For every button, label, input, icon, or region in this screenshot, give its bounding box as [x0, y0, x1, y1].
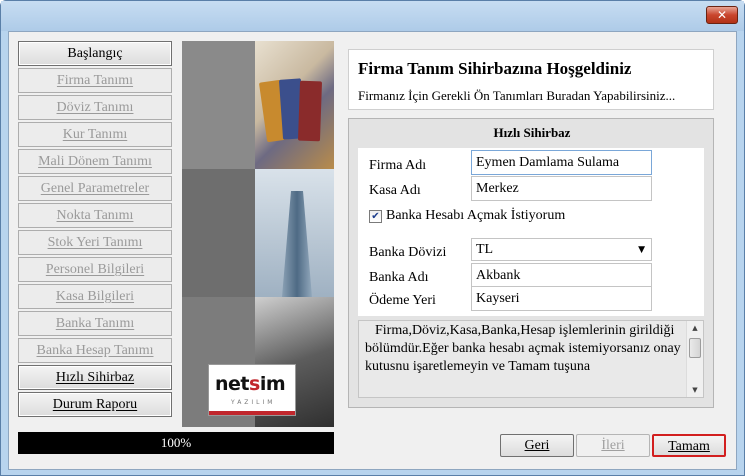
card-shape: [297, 80, 323, 142]
odeme-yeri-field[interactable]: Kayseri: [471, 286, 652, 311]
nav-item-nokta-tanimi[interactable]: Nokta Tanımı: [18, 203, 172, 228]
title-bar[interactable]: ✕: [1, 1, 744, 31]
kasa-adi-label: Kasa Adı: [369, 183, 421, 198]
ok-button[interactable]: Tamam: [652, 434, 726, 457]
banka-adi-field[interactable]: Akbank: [471, 263, 652, 288]
nav-item-kur-tanimi[interactable]: Kur Tanımı: [18, 122, 172, 147]
progress-bar: 100%: [18, 432, 334, 454]
banka-dovizi-label: Banka Dövizi: [369, 245, 447, 260]
netsim-logo: netsim YAZILIM: [208, 364, 296, 416]
nav-item-mali-donem-tanimi[interactable]: Mali Dönem Tanımı: [18, 149, 172, 174]
nav-item-firma-tanimi[interactable]: Firma Tanımı: [18, 68, 172, 93]
firma-adi-field[interactable]: Eymen Damlama Sulama: [471, 150, 652, 175]
info-scrollbar[interactable]: ▲ ▼: [686, 321, 703, 397]
scroll-down-icon[interactable]: ▼: [687, 383, 703, 397]
nav-item-banka-hesap-tanimi[interactable]: Banka Hesap Tanımı: [18, 338, 172, 363]
nav-item-baslangic[interactable]: Başlangıç: [18, 41, 172, 66]
nav-item-doviz-tanimi[interactable]: Döviz Tanımı: [18, 95, 172, 120]
nav-item-genel-parametreler[interactable]: Genel Parametreler: [18, 176, 172, 201]
collage-tile: [182, 41, 255, 169]
bank-account-checkbox[interactable]: ✔: [369, 209, 382, 223]
banka-dovizi-value: TL: [476, 242, 494, 257]
wizard-form: Firma Adı Eymen Damlama Sulama Kasa Adı …: [358, 148, 704, 316]
banka-adi-label: Banka Adı: [369, 270, 429, 285]
odeme-yeri-label: Ödeme Yeri: [369, 293, 436, 308]
next-button[interactable]: İleri: [576, 434, 650, 457]
wizard-step-nav: Başlangıç Firma Tanımı Döviz Tanımı Kur …: [18, 41, 172, 419]
bank-account-checkbox-row[interactable]: ✔ Banka Hesabı Açmak İstiyorum: [369, 208, 565, 224]
group-title: Hızlı Sihirbaz: [493, 125, 571, 140]
nav-item-stok-yeri-tanimi[interactable]: Stok Yeri Tanımı: [18, 230, 172, 255]
scroll-up-icon[interactable]: ▲: [687, 321, 703, 335]
wizard-window: ✕ Başlangıç Firma Tanımı Döviz Tanımı Ku…: [0, 0, 745, 476]
bank-account-checkbox-label[interactable]: Banka Hesabı Açmak İstiyorum: [386, 208, 565, 224]
nav-item-kasa-bilgileri[interactable]: Kasa Bilgileri: [18, 284, 172, 309]
welcome-subtitle: Firmanız İçin Gerekli Ön Tanımları Burad…: [358, 88, 676, 103]
quick-wizard-group: Hızlı Sihirbaz Firma Adı Eymen Damlama S…: [348, 118, 714, 408]
info-textarea[interactable]: Firma,Döviz,Kasa,Banka,Hesap işlemlerini…: [358, 320, 704, 398]
credit-cards-image: [255, 41, 334, 169]
close-icon[interactable]: ✕: [706, 6, 738, 24]
info-text: Firma,Döviz,Kasa,Banka,Hesap işlemlerini…: [365, 323, 681, 374]
nav-item-durum-raporu[interactable]: Durum Raporu: [18, 392, 172, 417]
welcome-title: Firma Tanım Sihirbazına Hoşgeldiniz: [358, 59, 632, 78]
banka-dovizi-select[interactable]: TL ▼: [471, 238, 652, 261]
firma-adi-label: Firma Adı: [369, 158, 427, 173]
dropdown-arrow-icon[interactable]: ▼: [638, 240, 645, 261]
scroll-thumb[interactable]: [689, 338, 701, 358]
decorative-image-collage: netsim YAZILIM: [182, 41, 334, 427]
welcome-panel: Firma Tanım Sihirbazına Hoşgeldiniz Firm…: [348, 49, 714, 110]
kasa-adi-field[interactable]: Merkez: [471, 176, 652, 201]
back-button[interactable]: Geri: [500, 434, 574, 457]
nav-item-banka-tanimi[interactable]: Banka Tanımı: [18, 311, 172, 336]
nav-item-personel-bilgileri[interactable]: Personel Bilgileri: [18, 257, 172, 282]
client-area: Başlangıç Firma Tanımı Döviz Tanımı Kur …: [8, 31, 737, 470]
collage-tile: [182, 169, 255, 297]
nav-item-hizli-sihirbaz[interactable]: Hızlı Sihirbaz: [18, 365, 172, 390]
